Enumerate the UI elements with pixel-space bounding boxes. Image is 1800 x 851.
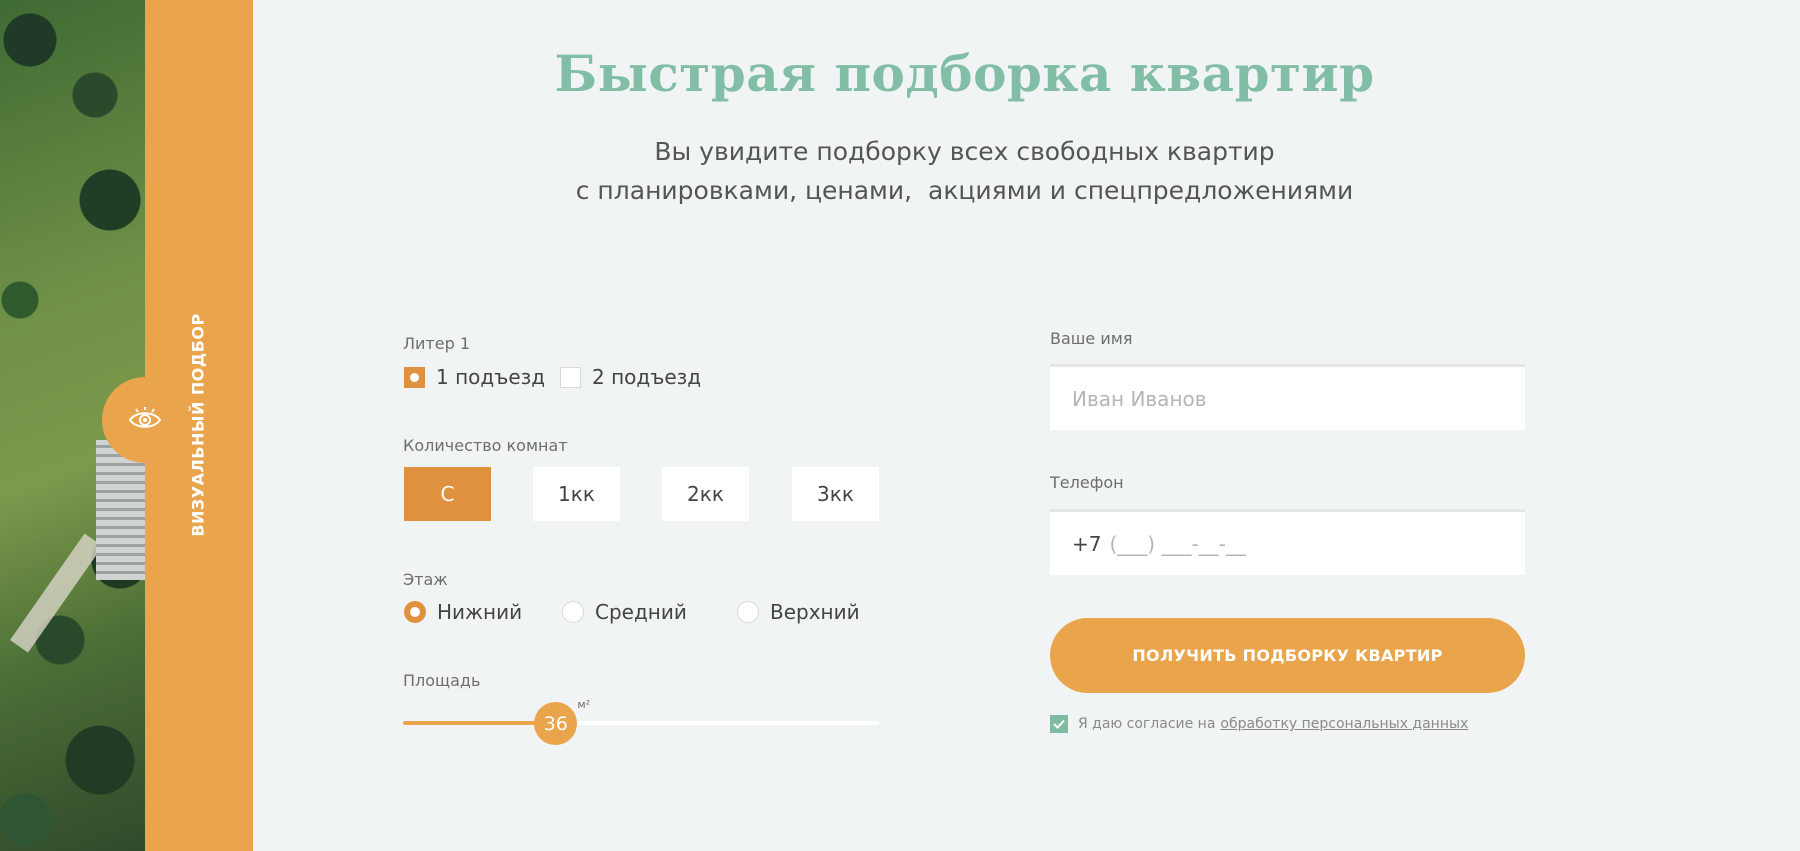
phone-label: Телефон — [1050, 473, 1124, 492]
entrance-option-2[interactable]: 2 подъезд — [560, 365, 701, 389]
area-slider-track[interactable] — [403, 721, 879, 725]
phone-prefix: +7 — [1072, 531, 1102, 556]
subtitle-line-1: Вы увидите подборку всех свободных кварт… — [654, 137, 1275, 166]
entrance-option-1[interactable]: 1 подъезд — [404, 365, 545, 389]
entrance-1-label: 1 подъезд — [436, 365, 546, 389]
consent-text: Я даю согласие на — [1078, 716, 1216, 732]
room-2kk-button[interactable]: 2кк — [662, 467, 749, 521]
floor-lower-label: Нижний — [437, 600, 523, 624]
visual-selection-button[interactable] — [102, 377, 188, 463]
entrance-2-checkbox[interactable] — [560, 366, 581, 388]
phone-field[interactable]: +7 — [1050, 509, 1525, 575]
floor-lower-radio[interactable] — [404, 601, 426, 623]
entrance-2-label: 2 подъезд — [592, 365, 702, 389]
get-selection-button[interactable]: ПОЛУЧИТЬ ПОДБОРКУ КВАРТИР — [1050, 618, 1525, 693]
phone-input[interactable] — [1109, 531, 1503, 556]
subtitle-line-2: с планировками, ценами, акциями и спецпр… — [575, 176, 1354, 205]
page-subtitle: Вы увидите подборку всех свободных кварт… — [253, 132, 1676, 210]
page-title: Быстрая подборка квартир — [554, 44, 1375, 103]
checkmark-icon — [1053, 719, 1065, 729]
area-slider-fill — [403, 721, 556, 725]
personal-data-link[interactable]: обработку персональных данных — [1220, 716, 1468, 732]
floor-upper-radio[interactable] — [737, 601, 759, 623]
name-field[interactable] — [1050, 364, 1525, 430]
photo-road — [10, 533, 103, 653]
floor-middle-label: Средний — [595, 600, 687, 624]
area-slider-handle[interactable]: 36 — [534, 702, 578, 745]
entrance-1-checkbox[interactable] — [404, 366, 425, 388]
floor-option-lower[interactable]: Нижний — [404, 600, 522, 624]
floor-option-middle[interactable]: Средний — [562, 600, 687, 624]
consent-row: Я даю согласие на обработку персональных… — [1050, 715, 1468, 733]
floor-label: Этаж — [403, 570, 448, 589]
visual-selection-label[interactable]: ВИЗУАЛЬНЫЙ ПОДБОР — [189, 313, 208, 536]
area-unit: м² — [577, 698, 591, 711]
consent-checkbox[interactable] — [1050, 715, 1068, 733]
name-input[interactable] — [1072, 386, 1503, 411]
area-label: Площадь — [403, 671, 481, 690]
floor-option-upper[interactable]: Верхний — [737, 600, 860, 624]
floor-upper-label: Верхний — [770, 600, 860, 624]
rooms-label: Количество комнат — [403, 436, 568, 455]
floor-middle-radio[interactable] — [562, 601, 584, 623]
liter-label: Литер 1 — [403, 334, 471, 353]
room-3kk-button[interactable]: 3кк — [792, 467, 879, 521]
eye-icon — [128, 407, 162, 428]
room-studio-button[interactable]: С — [404, 467, 491, 521]
name-label: Ваше имя — [1050, 329, 1133, 348]
room-1kk-button[interactable]: 1кк — [533, 467, 620, 521]
